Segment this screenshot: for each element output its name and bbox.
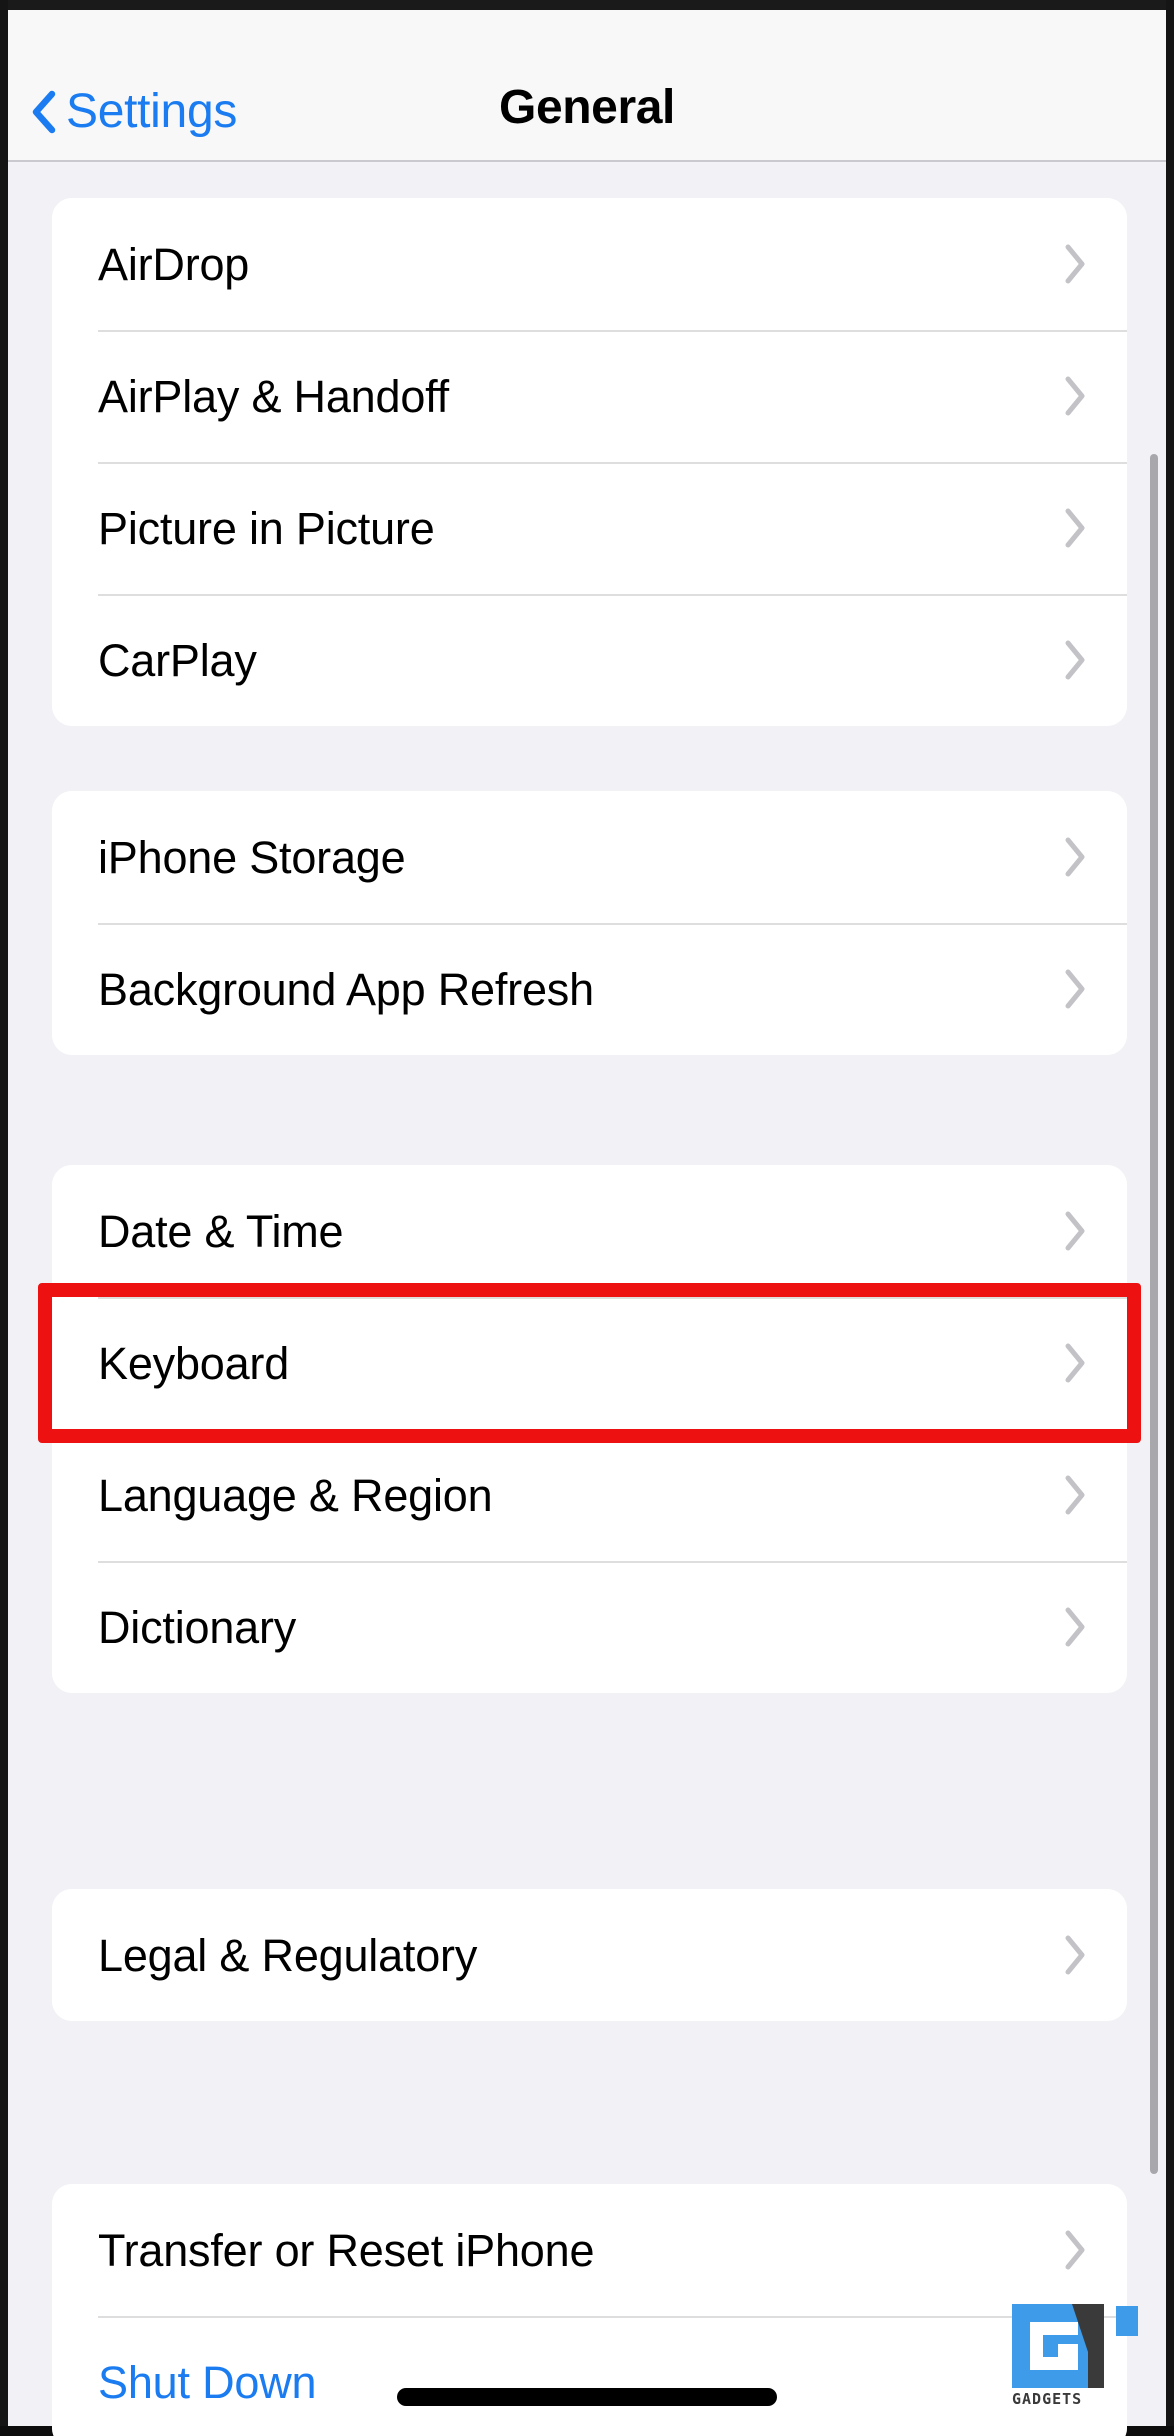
settings-row-label: AirPlay & Handoff <box>98 370 449 422</box>
settings-row[interactable]: Language & Region <box>52 1429 1127 1561</box>
settings-row-label: Dictionary <box>98 1601 297 1653</box>
chevron-right-icon <box>1063 1934 1087 1976</box>
settings-group-legal: Legal & Regulatory <box>52 1889 1127 2021</box>
settings-row-label: CarPlay <box>98 634 257 686</box>
settings-row[interactable]: Date & Time <box>52 1165 1127 1297</box>
vertical-scrollbar[interactable] <box>1150 454 1158 2174</box>
settings-row[interactable]: Background App Refresh <box>52 923 1127 1055</box>
settings-row-label: Date & Time <box>98 1205 344 1257</box>
settings-row-label: AirDrop <box>98 238 250 290</box>
chevron-right-icon <box>1063 1342 1087 1384</box>
home-indicator[interactable] <box>397 2388 777 2406</box>
navigation-bar: Settings General <box>8 10 1166 162</box>
gadgets-watermark-logo: GADGETS <box>1012 2296 1140 2408</box>
settings-row-label: Transfer or Reset iPhone <box>98 2224 595 2276</box>
watermark-one-stem <box>1088 2304 1104 2388</box>
settings-row-label: Picture in Picture <box>98 502 435 554</box>
settings-row-label: Legal & Regulatory <box>98 1929 478 1981</box>
chevron-right-icon <box>1063 375 1087 417</box>
device-frame-right <box>1166 0 1174 2436</box>
settings-row[interactable]: Shut Down <box>52 2316 1127 2436</box>
chevron-right-icon <box>1063 639 1087 681</box>
watermark-accent-dot <box>1116 2306 1138 2336</box>
settings-row-label: Language & Region <box>98 1469 493 1521</box>
device-frame-top <box>0 0 1174 10</box>
chevron-right-icon <box>1063 1606 1087 1648</box>
settings-row[interactable]: iPhone Storage <box>52 791 1127 923</box>
settings-row[interactable]: AirDrop <box>52 198 1127 330</box>
chevron-right-icon <box>1063 507 1087 549</box>
settings-group-connectivity: AirDrop AirPlay & Handoff Picture in Pictu… <box>52 198 1127 726</box>
watermark-label: GADGETS <box>1012 2390 1083 2408</box>
settings-row[interactable]: Legal & Regulatory <box>52 1889 1127 2021</box>
chevron-right-icon <box>1063 1474 1087 1516</box>
iphone-screen: Settings General AirDrop AirPlay & Handof… <box>0 0 1174 2436</box>
chevron-right-icon <box>1063 243 1087 285</box>
chevron-right-icon <box>1063 968 1087 1010</box>
device-frame-left <box>0 0 8 2436</box>
settings-row[interactable]: Keyboard <box>52 1297 1127 1429</box>
settings-row[interactable]: Dictionary <box>52 1561 1127 1693</box>
chevron-right-icon <box>1063 1210 1087 1252</box>
settings-row-label: iPhone Storage <box>98 831 406 883</box>
settings-row[interactable]: AirPlay & Handoff <box>52 330 1127 462</box>
settings-row-label: Background App Refresh <box>98 963 594 1015</box>
settings-row[interactable]: Picture in Picture <box>52 462 1127 594</box>
settings-row-label: Shut Down <box>98 2356 317 2408</box>
settings-group-localization: Date & Time Keyboard Language & Region Dict… <box>52 1165 1127 1693</box>
chevron-right-icon <box>1063 2229 1087 2271</box>
page-title: General <box>499 81 675 134</box>
settings-row-label: Keyboard <box>98 1337 290 1389</box>
settings-row[interactable]: Transfer or Reset iPhone <box>52 2184 1127 2316</box>
settings-group-storage: iPhone Storage Background App Refresh <box>52 791 1127 1055</box>
settings-row[interactable]: CarPlay <box>52 594 1127 726</box>
settings-list[interactable]: AirDrop AirPlay & Handoff Picture in Pictu… <box>8 164 1166 2436</box>
chevron-right-icon <box>1063 836 1087 878</box>
